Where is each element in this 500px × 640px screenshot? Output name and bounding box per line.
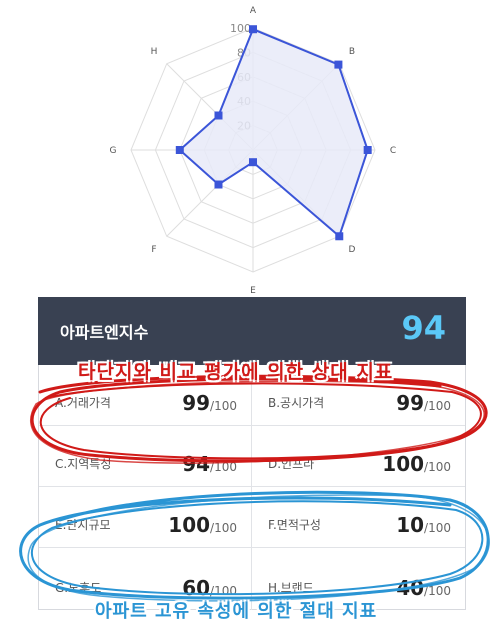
radar-chart: 20406080100 ABCDEFGH bbox=[110, 6, 397, 295]
score-max: /100 bbox=[210, 521, 237, 535]
radar-data-point bbox=[214, 180, 223, 189]
score-cell-e: E.단지규모 100/100 bbox=[39, 487, 252, 548]
score-cell-d: D.인프라 100/100 bbox=[252, 426, 465, 487]
score-label: H.브랜드 bbox=[268, 581, 314, 595]
panel-header: 아파트엔지수 94 bbox=[38, 297, 466, 365]
radar-data-point bbox=[249, 158, 257, 167]
radar-axis-label: C bbox=[390, 146, 396, 156]
score-cell-c: C.지역특성 94/100 bbox=[39, 426, 252, 487]
score-value: 99 bbox=[396, 391, 425, 415]
panel-title: 아파트엔지수 bbox=[60, 323, 149, 342]
radar-axis-label: A bbox=[250, 6, 257, 16]
score-value: 40 bbox=[396, 576, 425, 600]
score-value-wrap: 40/100 bbox=[396, 576, 451, 600]
score-value: 94 bbox=[182, 452, 211, 476]
score-label: E.단지규모 bbox=[55, 518, 111, 532]
score-max: /100 bbox=[424, 584, 451, 598]
radar-series-area bbox=[178, 27, 369, 238]
score-cell-f: F.면적구성 10/100 bbox=[252, 487, 465, 548]
score-value-wrap: 10/100 bbox=[396, 513, 451, 537]
radar-data-point bbox=[334, 60, 343, 69]
score-value-wrap: 100/100 bbox=[168, 513, 237, 537]
score-label: F.면적구성 bbox=[268, 518, 321, 532]
score-label: B.공시가격 bbox=[268, 396, 325, 410]
radar-tick-label: 100 bbox=[230, 22, 251, 35]
radar-data-point bbox=[175, 146, 184, 154]
relative-index-annotation: 타단지와 비교 평가에 의한 상대 지표 bbox=[78, 361, 394, 383]
score-max: /100 bbox=[424, 399, 451, 413]
score-max: /100 bbox=[210, 399, 237, 413]
score-max: /100 bbox=[210, 584, 237, 598]
score-max: /100 bbox=[424, 521, 451, 535]
score-grid: A.거래가격 99/100 B.공시가격 99/100 C.지역특성 94/10… bbox=[39, 365, 465, 610]
radar-axis-label: E bbox=[250, 286, 256, 295]
radar-axis-label: D bbox=[349, 245, 356, 255]
radar-series bbox=[175, 25, 372, 241]
index-score-panel: 아파트엔지수 94 A.거래가격 99/100 B.공시가격 99/100 C.… bbox=[38, 297, 466, 610]
score-value: 100 bbox=[382, 452, 425, 476]
score-value: 10 bbox=[396, 513, 425, 537]
absolute-index-annotation: 아파트 고유 속성에 의한 절대 지표 bbox=[95, 601, 378, 622]
total-score: 94 bbox=[401, 309, 446, 347]
radar-data-point bbox=[335, 232, 344, 241]
score-value-wrap: 99/100 bbox=[182, 391, 237, 415]
score-label: D.인프라 bbox=[268, 457, 315, 471]
score-value-wrap: 94/100 bbox=[182, 452, 237, 476]
score-max: /100 bbox=[210, 460, 237, 474]
radar-data-point bbox=[363, 146, 372, 154]
score-value: 100 bbox=[168, 513, 211, 537]
radar-axis-label: B bbox=[349, 47, 355, 57]
radar-data-point bbox=[214, 111, 223, 120]
score-value: 99 bbox=[182, 391, 211, 415]
radar-data-point bbox=[249, 25, 257, 34]
score-label: G.노후도 bbox=[55, 581, 102, 595]
score-label: A.거래가격 bbox=[55, 396, 111, 410]
score-label: C.지역특성 bbox=[55, 457, 112, 471]
score-value-wrap: 99/100 bbox=[396, 391, 451, 415]
radar-axis-label: G bbox=[110, 146, 117, 156]
score-value-wrap: 100/100 bbox=[382, 452, 451, 476]
score-max: /100 bbox=[424, 460, 451, 474]
radar-axis-label: F bbox=[151, 245, 156, 255]
radar-axis-label: H bbox=[151, 47, 158, 57]
